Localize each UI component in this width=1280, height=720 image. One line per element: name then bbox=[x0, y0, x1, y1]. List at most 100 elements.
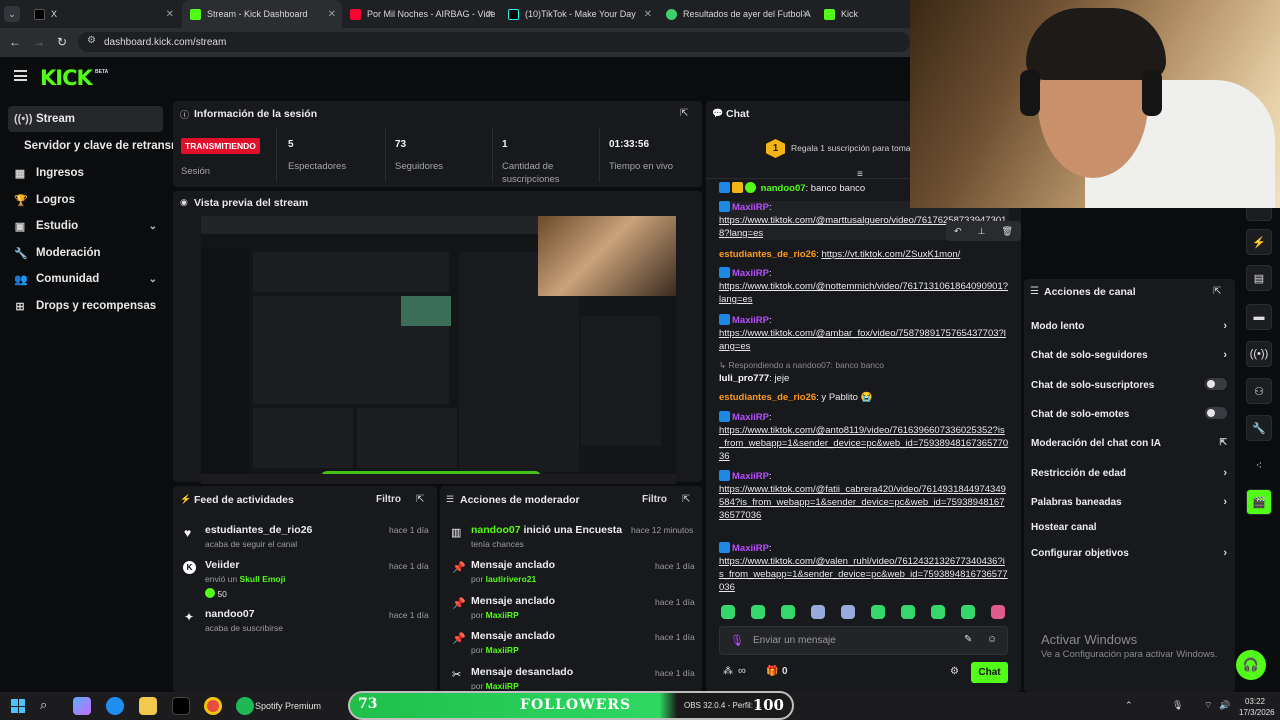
popout-icon[interactable]: ⇱ bbox=[680, 108, 688, 119]
delete-icon[interactable]: 🗑 bbox=[1002, 226, 1013, 237]
sidebar-item-logros[interactable]: 🏆 Logros bbox=[8, 187, 163, 213]
stream-preview-video[interactable] bbox=[201, 216, 676, 484]
edge-icon[interactable] bbox=[106, 697, 124, 715]
mod-actions-panel bbox=[440, 486, 702, 692]
community-icon: 👥 bbox=[14, 273, 28, 286]
tab-kick-dashboard[interactable]: Stream - Kick Dashboard ✕ bbox=[182, 0, 342, 28]
volume-icon[interactable]: 🔊 bbox=[1219, 700, 1230, 711]
action-host-channel[interactable]: Hostear canal bbox=[1031, 522, 1227, 533]
chevron-right-icon: › bbox=[1223, 467, 1227, 479]
emote-icon[interactable] bbox=[841, 605, 855, 619]
points-icon[interactable]: ⁂ bbox=[723, 666, 733, 677]
pin-icon[interactable]: ⊥ bbox=[978, 226, 986, 237]
kick-logo[interactable]: KICK bbox=[40, 66, 93, 90]
chat-message: MaxiiRP: https://www.tiktok.com/@nottemm… bbox=[719, 267, 1009, 305]
sparkle-icon[interactable]: ✎ bbox=[964, 634, 972, 645]
file-explorer-icon[interactable] bbox=[139, 697, 157, 715]
wrench-icon[interactable]: 🔧 bbox=[1246, 415, 1272, 441]
send-chat-button[interactable]: Chat bbox=[971, 662, 1008, 683]
chat-bubble-icon[interactable]: ▬ bbox=[1246, 304, 1272, 330]
action-banned-words[interactable]: Palabras baneadas › bbox=[1031, 496, 1227, 508]
tab-youtube[interactable]: Por Mil Noches - AIRBAG - Vide ✕ bbox=[342, 0, 500, 28]
settings-gear-icon[interactable]: ⚙ bbox=[950, 666, 959, 677]
reload-icon[interactable]: ↻ bbox=[57, 35, 67, 49]
close-icon[interactable]: ✕ bbox=[328, 9, 336, 20]
lightning-icon[interactable]: ⚡ bbox=[1246, 229, 1272, 255]
emote-icon[interactable] bbox=[751, 605, 765, 619]
close-icon[interactable]: ✕ bbox=[802, 9, 810, 20]
gift-sub-prompt[interactable]: Regala 1 suscripción para toma bbox=[791, 143, 911, 153]
popout-icon[interactable]: ⇱ bbox=[1213, 286, 1221, 297]
chrome-icon[interactable] bbox=[204, 697, 222, 715]
tab-futbol[interactable]: Resultados de ayer del Futbol A ✕ bbox=[658, 0, 816, 28]
clapper-icon[interactable]: 🎬 bbox=[1246, 489, 1272, 515]
mic-tray-icon[interactable]: 🎙 bbox=[1172, 700, 1183, 711]
emote-icon[interactable] bbox=[901, 605, 915, 619]
emote-icon[interactable] bbox=[961, 605, 975, 619]
reply-icon[interactable]: ↶ bbox=[954, 226, 962, 237]
kick-coin-icon: K bbox=[183, 561, 196, 574]
tab-kick[interactable]: Kick bbox=[816, 0, 910, 28]
popout-icon[interactable]: ⇱ bbox=[682, 494, 690, 505]
action-emotes-only[interactable]: Chat de solo-emotes bbox=[1031, 407, 1227, 420]
emoji-icon[interactable]: ☺ bbox=[987, 634, 997, 645]
sidebar-item-ingresos[interactable]: ▦ Ingresos bbox=[8, 160, 163, 186]
obs-taskbar-label[interactable]: OBS 32.0.4 - Perfil: ... bbox=[684, 701, 762, 710]
gift-icon[interactable]: 🎁 bbox=[766, 666, 778, 677]
action-age-restriction[interactable]: Restricción de edad › bbox=[1031, 467, 1227, 479]
emote-icon[interactable] bbox=[871, 605, 885, 619]
dots-icon[interactable]: ⁖ bbox=[1246, 452, 1272, 478]
wifi-icon[interactable]: ⌔ bbox=[1204, 700, 1212, 711]
emote-icon[interactable] bbox=[781, 605, 795, 619]
copilot-icon[interactable] bbox=[73, 697, 91, 715]
close-icon[interactable]: ✕ bbox=[644, 9, 652, 20]
support-headset-icon[interactable]: 🎧 bbox=[1236, 650, 1266, 680]
chat-input[interactable]: 🎙 Enviar un mensaje ✎ ☺ bbox=[719, 626, 1008, 655]
feed-filter-button[interactable]: Filtro bbox=[376, 494, 401, 505]
sidebar-item-moderacion[interactable]: 🔧 Moderación bbox=[8, 240, 163, 266]
close-icon[interactable]: ✕ bbox=[166, 9, 174, 20]
emote-icon[interactable] bbox=[991, 605, 1005, 619]
broadcast-icon[interactable]: ((•)) bbox=[1246, 341, 1272, 367]
spotify-taskbar-label[interactable]: Spotify Premium bbox=[255, 701, 321, 711]
tiktok-app-icon[interactable] bbox=[172, 697, 190, 715]
site-info-icon[interactable]: ⚙ bbox=[87, 35, 96, 46]
tab-tiktok[interactable]: (10)TikTok - Make Your Day ✕ bbox=[500, 0, 658, 28]
forward-arrow-icon[interactable]: → bbox=[33, 35, 45, 49]
action-goals[interactable]: Configurar objetivos › bbox=[1031, 547, 1227, 559]
close-icon[interactable]: ✕ bbox=[486, 9, 494, 20]
action-ai-moderation[interactable]: Moderación del chat con IA ⇱ bbox=[1031, 437, 1227, 449]
chevron-right-icon: › bbox=[1223, 349, 1227, 361]
emote-icon[interactable] bbox=[931, 605, 945, 619]
sidebar-item-comunidad[interactable]: 👥 Comunidad ⌄ bbox=[8, 266, 163, 292]
emote-icon[interactable] bbox=[721, 605, 735, 619]
popout-icon[interactable]: ⇱ bbox=[416, 494, 424, 505]
search-icon[interactable]: ⌕ bbox=[40, 697, 47, 713]
action-subscribers-only[interactable]: Chat de solo-suscriptores bbox=[1031, 378, 1227, 391]
menu-icon[interactable] bbox=[14, 70, 27, 81]
mod-action-item: Mensaje anclado por MaxiiRP bbox=[471, 630, 556, 655]
tab-x[interactable]: X ✕ bbox=[26, 0, 180, 28]
subscribers-only-toggle[interactable] bbox=[1205, 378, 1227, 390]
taskbar-clock[interactable]: 03:22 17/3/2026 bbox=[1239, 696, 1275, 718]
back-arrow-icon[interactable]: ← bbox=[9, 35, 21, 49]
sidebar-item-server-key[interactable]: Servidor y clave de retransm bbox=[8, 133, 173, 159]
tray-chevron-up-icon[interactable]: ⌃ bbox=[1125, 700, 1133, 711]
emote-icon[interactable] bbox=[811, 605, 825, 619]
clipboard-icon[interactable]: ▤ bbox=[1246, 265, 1272, 291]
action-followers-only[interactable]: Chat de solo-seguidores › bbox=[1031, 349, 1227, 361]
pin-icon: 📌 bbox=[452, 598, 466, 610]
users-icon[interactable]: ⚇ bbox=[1246, 378, 1272, 404]
action-slow-mode[interactable]: Modo lento › bbox=[1031, 320, 1227, 332]
sidebar-item-stream[interactable]: ((•)) Stream bbox=[8, 106, 163, 132]
sidebar-item-drops[interactable]: ⊞ Drops y recompensas bbox=[8, 293, 163, 319]
emotes-only-toggle[interactable] bbox=[1205, 407, 1227, 419]
sidebar-item-estudio[interactable]: ▣ Estudio ⌄ bbox=[8, 213, 163, 239]
windows-start-icon[interactable] bbox=[11, 699, 25, 713]
futbol-favicon-icon bbox=[666, 8, 677, 20]
mic-icon[interactable]: 🎙 bbox=[730, 634, 744, 647]
tab-search-button[interactable]: ⌄ bbox=[4, 6, 20, 22]
url-input[interactable]: ⚙ dashboard.kick.com/stream bbox=[78, 32, 910, 52]
spotify-icon[interactable] bbox=[236, 697, 254, 715]
mod-filter-button[interactable]: Filtro bbox=[642, 494, 667, 505]
